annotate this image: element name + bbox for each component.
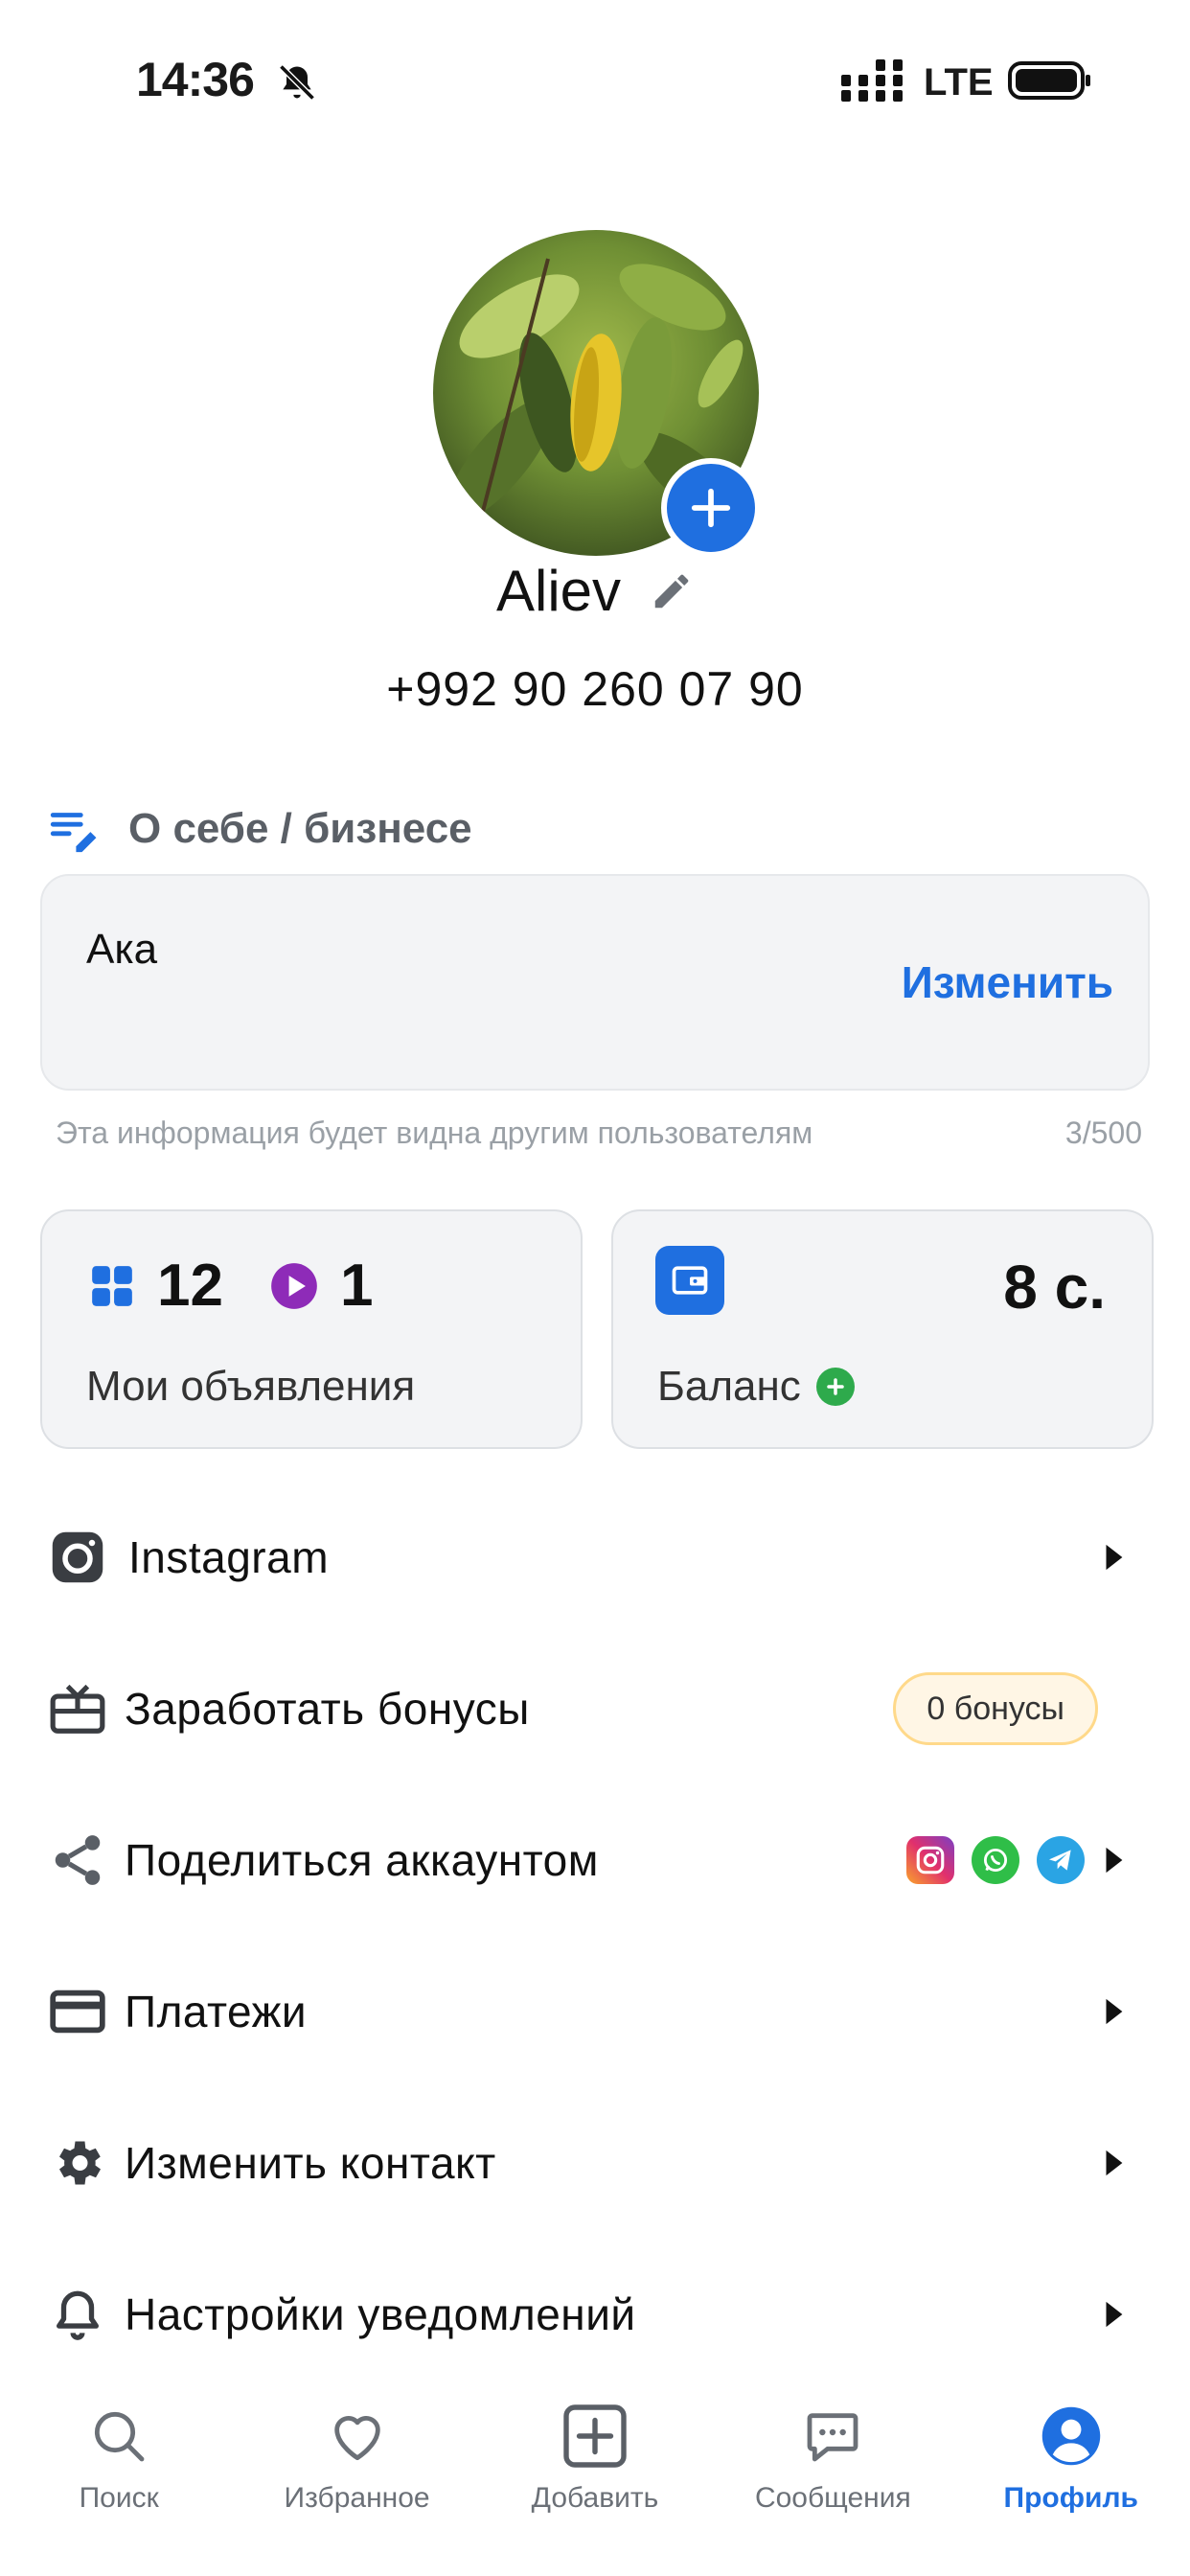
about-heading-text: О себе / бизнесе [128,805,472,852]
bell-icon [46,2283,109,2346]
chevron-right-icon [1106,2301,1123,2328]
tab-add[interactable]: Добавить [476,2377,714,2576]
chat-icon [798,2402,867,2471]
tab-label-messages: Сообщения [754,2482,911,2514]
menu-item-notifications[interactable]: Настройки уведомлений [0,2239,1190,2390]
about-edit-button[interactable]: Изменить [902,956,1113,1008]
tab-label-search: Поиск [79,2482,159,2514]
gift-card-icon [46,1677,109,1740]
about-heading: О себе / бизнесе [46,801,472,857]
menu-label-bonuses: Заработать бонусы [125,1684,530,1734]
pencil-icon[interactable] [650,569,694,613]
balance-value: 8 с. [1003,1253,1106,1322]
telegram-share-icon[interactable] [1037,1836,1085,1884]
bell-muted-icon [279,64,315,101]
chevron-right-icon [1106,1544,1123,1571]
menu-label-instagram: Instagram [128,1532,330,1582]
menu-label-share: Поделиться аккаунтом [125,1835,599,1885]
tab-search[interactable]: Поиск [0,2377,238,2576]
share-targets [906,1836,1085,1884]
whatsapp-share-icon[interactable] [972,1836,1019,1884]
menu-item-change-contact[interactable]: Изменить контакт [0,2087,1190,2239]
bonus-badge: 0 бонусы [893,1672,1098,1745]
tab-label-favorites: Избранное [284,2482,430,2514]
tab-label-add: Добавить [531,2482,659,2514]
menu-label-notifications: Настройки уведомлений [125,2289,636,2339]
instagram-share-icon[interactable] [906,1836,954,1884]
instagram-icon [46,1526,109,1589]
play-circle-icon [271,1262,317,1309]
balance-card[interactable]: 8 с. Баланс [611,1209,1154,1449]
edit-notes-icon [50,813,97,853]
ads-count: 12 [157,1253,223,1319]
status-bar: 14:36 LTE [0,0,1190,163]
tab-messages[interactable]: Сообщения [714,2377,951,2576]
about-hint-row: Эта информация будет видна другим пользо… [56,1116,1142,1151]
bottom-tab-bar: Поиск Избранное Добавить Сообщения Профи… [0,2377,1190,2576]
ads-label: Мои объявления [86,1363,416,1410]
add-square-icon [561,2402,629,2471]
ads-counts: 12 1 [88,1252,373,1320]
menu-item-bonuses[interactable]: Заработать бонусы 0 бонусы [0,1633,1190,1784]
tab-profile[interactable]: Профиль [952,2377,1190,2576]
plus-icon [691,488,731,528]
my-ads-card[interactable]: 12 1 Мои объявления [40,1209,583,1449]
video-count: 1 [339,1253,374,1319]
signal-icon [841,59,903,102]
profile-name: Aliev [495,559,622,623]
credit-card-icon [46,1980,109,2043]
menu-item-share[interactable]: Поделиться аккаунтом [0,1784,1190,1936]
tab-label-profile: Профиль [1003,2482,1138,2514]
balance-label-row: Баланс [657,1363,855,1411]
user-icon [1037,2402,1106,2471]
search-icon [84,2402,153,2471]
tab-favorites[interactable]: Избранное [239,2377,476,2576]
menu-item-instagram[interactable]: Instagram [0,1482,1190,1633]
menu-item-payments[interactable]: Платежи [0,1936,1190,2087]
menu-label-change-contact: Изменить контакт [125,2138,496,2188]
profile-name-row: Aliev [0,558,1190,624]
chevron-right-icon [1106,1998,1123,2025]
profile-phone: +992 90 260 07 90 [386,662,804,716]
about-counter: 3/500 [1064,1116,1142,1150]
status-time: 14:36 [136,53,255,106]
about-hint: Эта информация будет видна другим пользо… [56,1116,813,1150]
menu-label-payments: Платежи [125,1987,308,2036]
share-icon [46,1828,109,1892]
network-label: LTE [924,61,994,104]
heart-icon [323,2402,392,2471]
about-card[interactable]: Ака Изменить [40,874,1150,1091]
chevron-right-icon [1106,1847,1123,1874]
add-balance-icon[interactable] [815,1368,855,1406]
chevron-right-icon [1106,2150,1123,2176]
battery-icon [1008,61,1090,100]
add-photo-button[interactable] [661,458,761,558]
balance-label: Баланс [657,1363,801,1410]
grid-icon [92,1265,132,1306]
about-text: Ака [86,926,158,973]
gear-icon [46,2131,109,2195]
wallet-icon [655,1246,724,1315]
